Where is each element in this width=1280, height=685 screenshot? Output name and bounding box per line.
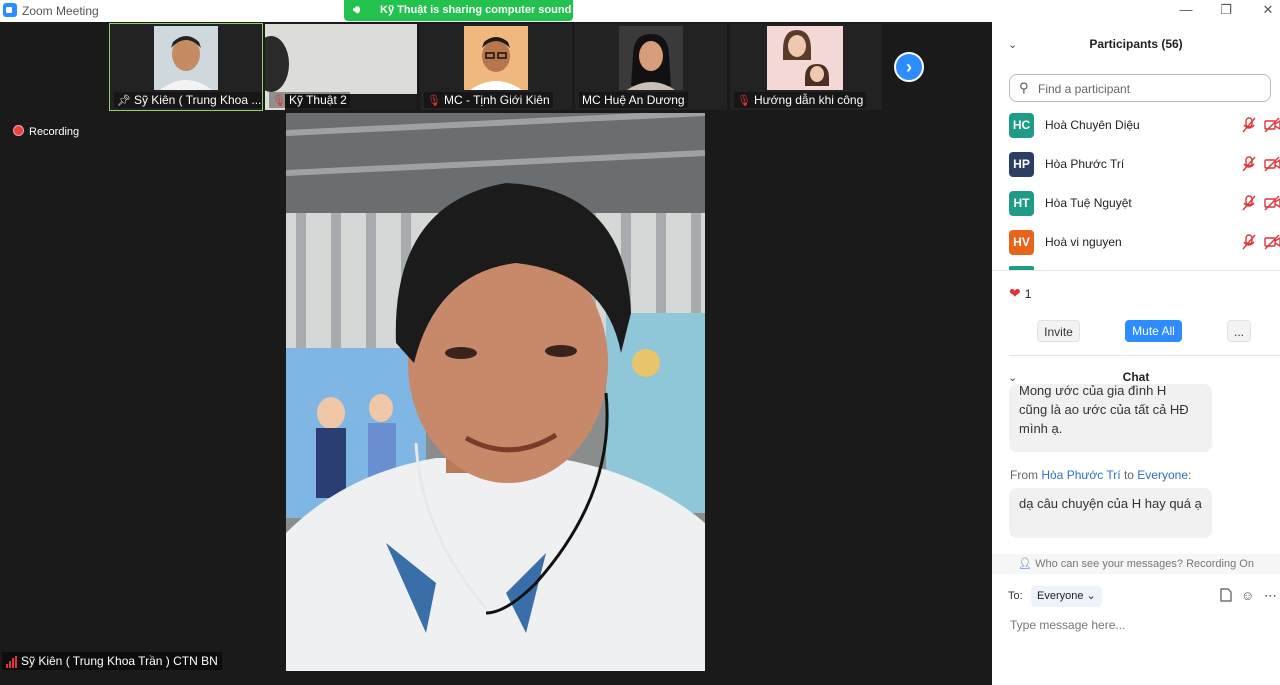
more-icon[interactable]: ⋯ xyxy=(1264,588,1277,604)
participant-row[interactable]: HV Hoà vi nguyen xyxy=(1009,230,1280,256)
recipient-select[interactable]: Everyone ⌄ xyxy=(1031,586,1102,607)
to-label: To: xyxy=(1008,590,1023,602)
participant-name: Hòa Phước Trí xyxy=(1045,157,1125,171)
mic-off-icon: 🎙︎ xyxy=(272,95,286,107)
participants-header: Participants (56) xyxy=(1089,37,1183,51)
mic-off-icon xyxy=(1242,234,1256,253)
chat-message: Mong ước của gia đình H cũng là ao ước c… xyxy=(1009,384,1212,452)
next-page-button[interactable]: › xyxy=(894,52,924,82)
speaker-video-frame xyxy=(286,113,705,671)
participant-video xyxy=(154,26,218,90)
avatar: HP xyxy=(1009,152,1034,177)
chat-message-line: mình ạ. xyxy=(1019,421,1063,436)
banner-text: Kỹ Thuật is sharing computer sound xyxy=(380,4,572,16)
video-thumbnail[interactable]: MC Huệ An Dương xyxy=(575,24,727,110)
participant-name: Hoà Chuyên Diệu xyxy=(1045,118,1140,132)
participant-row[interactable]: HP Hòa Phước Trí xyxy=(1009,152,1280,178)
mute-all-button[interactable]: Mute All xyxy=(1125,320,1182,342)
avatar: HC xyxy=(1009,113,1034,138)
participant-video xyxy=(619,26,683,90)
signal-strength-icon xyxy=(6,654,18,668)
video-thumbnail[interactable]: 🎙︎ Kỹ Thuật 2 xyxy=(265,24,417,110)
minimize-button[interactable]: — xyxy=(1176,2,1196,17)
more-options-button[interactable]: ... xyxy=(1227,320,1251,342)
chevron-down-icon: ⌄ xyxy=(1086,590,1096,602)
people-icon: 👤︎ xyxy=(1018,558,1032,570)
video-thumbnail[interactable]: 📌︎ Sỹ Kiên ( Trung Khoa ... xyxy=(109,23,263,111)
chat-message-input[interactable] xyxy=(1008,614,1267,636)
chat-header: Chat xyxy=(1122,370,1150,384)
participant-name: 📌︎ Sỹ Kiên ( Trung Khoa ... xyxy=(114,92,262,108)
recipient-link[interactable]: Everyone xyxy=(1137,468,1188,482)
heart-icon: ❤ xyxy=(1009,285,1021,301)
mic-off-icon: 🎙︎ xyxy=(737,95,751,107)
participant-name: MC Huệ An Dương xyxy=(579,92,688,108)
video-off-icon xyxy=(1264,195,1280,214)
mic-off-icon xyxy=(1242,117,1256,136)
speaker-icon: 🔊︎ xyxy=(353,4,360,16)
chat-message: dạ câu chuyện của H hay quá ạ xyxy=(1009,488,1212,538)
active-speaker-name: Sỹ Kiên ( Trung Khoa Trần ) CTN BN xyxy=(2,652,222,670)
participant-search[interactable]: ⚲ xyxy=(1009,74,1271,102)
pin-icon: 📌︎ xyxy=(117,95,131,107)
participant-video xyxy=(767,26,843,90)
search-icon: ⚲ xyxy=(1019,80,1029,95)
video-thumbnail[interactable]: 🎙︎ Hướng dẫn khi công xyxy=(730,24,882,110)
participant-name: Hòa Tuệ Nguyệt xyxy=(1045,196,1132,210)
mic-off-icon xyxy=(1242,195,1256,214)
emoji-icon[interactable]: ☺ xyxy=(1241,588,1254,603)
recording-icon xyxy=(13,125,24,136)
chat-sender-line: From Hòa Phước Trí to Everyone: xyxy=(1010,468,1192,482)
chat-privacy-note[interactable]: 👤︎ Who can see your messages? Recording … xyxy=(992,554,1280,574)
divider xyxy=(1009,355,1280,356)
video-off-icon xyxy=(1264,156,1280,175)
video-thumbnail[interactable]: 🎙︎ MC - Tịnh Giới Kiên xyxy=(420,24,572,110)
participant-name: 🎙︎ Kỹ Thuật 2 xyxy=(269,92,350,108)
mic-off-icon xyxy=(1242,156,1256,175)
title-bar: Zoom Meeting — ❐ ✕ xyxy=(0,0,1280,22)
avatar: HT xyxy=(1009,191,1034,216)
participant-search-input[interactable] xyxy=(1036,78,1268,100)
avatar: HV xyxy=(1009,230,1034,255)
sharing-sound-banner: 🔊︎ Kỹ Thuật is sharing computer sound xyxy=(344,0,573,21)
reaction-count: ❤ 1 xyxy=(1009,285,1032,301)
close-button[interactable]: ✕ xyxy=(1258,2,1278,18)
recording-indicator[interactable]: Recording xyxy=(13,125,79,138)
restore-button[interactable]: ❐ xyxy=(1216,2,1236,18)
sender-link[interactable]: Hòa Phước Trí xyxy=(1041,468,1120,482)
divider xyxy=(992,270,1280,271)
recording-label: Recording xyxy=(29,126,80,138)
participant-name: 🎙︎ Hướng dẫn khi công xyxy=(734,92,867,108)
mic-off-icon: 🎙︎ xyxy=(427,95,441,107)
video-off-icon xyxy=(1264,117,1280,136)
window-title: Zoom Meeting xyxy=(22,4,99,18)
participant-row[interactable]: HT Hòa Tuệ Nguyệt xyxy=(1009,191,1280,217)
active-speaker-video xyxy=(286,113,705,671)
chat-message-line: cũng là ao ước của tất cả HĐ xyxy=(1019,402,1189,417)
side-panel: ⌄ Participants (56) ⚲ HC Hoà Chuyên Diệu… xyxy=(992,22,1280,685)
participant-row[interactable]: HC Hoà Chuyên Diệu xyxy=(1009,113,1280,139)
file-icon[interactable] xyxy=(1220,588,1232,605)
invite-button[interactable]: Invite xyxy=(1037,320,1080,342)
chat-message-line: Mong ước của gia đình H xyxy=(1019,384,1167,398)
zoom-logo-icon xyxy=(3,3,17,17)
participant-name: 🎙︎ MC - Tịnh Giới Kiên xyxy=(424,92,553,108)
video-off-icon xyxy=(1264,234,1280,253)
participant-video xyxy=(464,26,528,90)
meeting-area: 📌︎ Sỹ Kiên ( Trung Khoa ... 🎙︎ Kỹ Thuật 2 xyxy=(0,22,992,685)
participant-name: Hoà vi nguyen xyxy=(1045,235,1122,249)
